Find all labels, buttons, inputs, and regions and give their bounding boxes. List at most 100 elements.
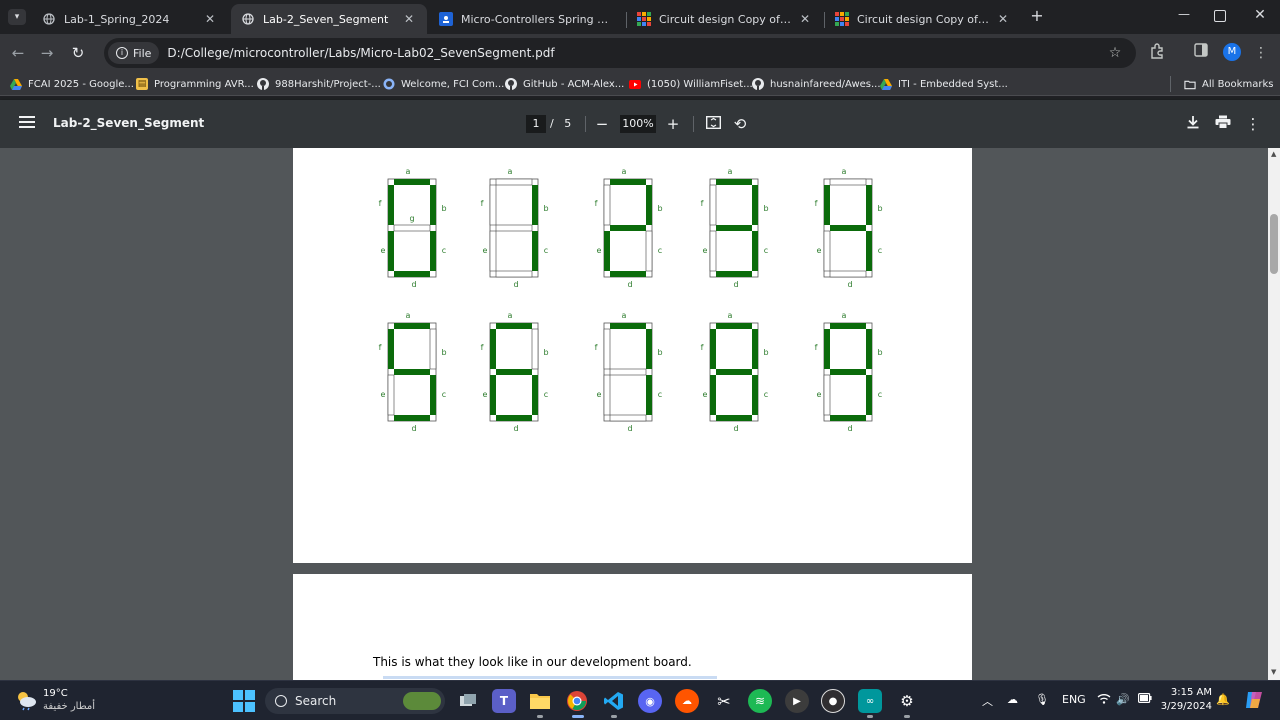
taskbar-search[interactable]: Search bbox=[265, 688, 445, 714]
tab-circuit-design-1[interactable]: Circuit design Copy of Test 7 se ✕ bbox=[627, 4, 823, 34]
media-player-icon[interactable]: ▶ bbox=[785, 689, 809, 713]
microphone-icon[interactable]: 🎙 bbox=[1035, 693, 1049, 706]
fit-page-icon[interactable] bbox=[703, 114, 723, 134]
segment-d bbox=[610, 271, 646, 277]
bookmark-star-icon[interactable]: ☆ bbox=[1105, 43, 1125, 63]
close-icon[interactable]: ✕ bbox=[401, 12, 417, 26]
side-panel-icon[interactable] bbox=[1191, 43, 1211, 63]
language-indicator[interactable]: ENG bbox=[1062, 693, 1086, 706]
minimize-icon[interactable]: — bbox=[1176, 7, 1192, 25]
bookmark-item[interactable]: husnainfareed/Awes... bbox=[752, 76, 881, 92]
arduino-icon[interactable]: ∞ bbox=[858, 689, 882, 713]
weather-icon[interactable] bbox=[14, 689, 38, 715]
bookmark-item[interactable]: Welcome, FCI Com... bbox=[383, 76, 504, 92]
bookmark-item[interactable]: (1050) WilliamFiset... bbox=[629, 76, 753, 92]
site-info-chip[interactable]: i File bbox=[108, 42, 160, 64]
app-icon[interactable]: ⚙ bbox=[895, 689, 919, 713]
zoom-in-icon[interactable]: + bbox=[663, 114, 683, 134]
segment-label: d bbox=[733, 424, 738, 433]
url-text[interactable]: D:/College/microcontroller/Labs/Micro-La… bbox=[167, 46, 554, 60]
notification-bell-icon[interactable]: 🔔 bbox=[1216, 693, 1230, 706]
zoom-level-input[interactable]: 100% bbox=[620, 115, 656, 133]
obs-icon[interactable]: ● bbox=[821, 689, 845, 713]
spotify-icon[interactable]: ≋ bbox=[748, 689, 772, 713]
segment-g bbox=[830, 225, 866, 231]
new-tab-button[interactable]: + bbox=[1028, 7, 1046, 25]
bookmark-item[interactable]: 988Harshit/Project-... bbox=[257, 76, 381, 92]
reload-icon[interactable]: ↻ bbox=[67, 42, 89, 64]
scrollbar-thumb[interactable] bbox=[1270, 214, 1278, 274]
segment-e bbox=[387, 374, 395, 416]
segment-c bbox=[752, 375, 758, 415]
segment-d bbox=[716, 415, 752, 421]
page-number-input[interactable]: 1 bbox=[526, 115, 546, 133]
tab-micro-controllers[interactable]: Micro-Controllers Spring 2024 bbox=[429, 4, 625, 34]
segment-label: a bbox=[406, 167, 411, 176]
segment-label: e bbox=[483, 246, 488, 255]
download-icon[interactable] bbox=[1183, 114, 1203, 134]
profile-avatar[interactable]: M bbox=[1223, 43, 1241, 61]
scroll-down-icon[interactable]: ▼ bbox=[1271, 668, 1276, 676]
bookmark-item[interactable]: ▤ Programming AVR... bbox=[136, 76, 254, 92]
clock-date[interactable]: 3/29/2024 bbox=[1148, 701, 1212, 712]
all-bookmarks-button[interactable]: All Bookmarks bbox=[1184, 76, 1273, 92]
file-explorer-icon[interactable] bbox=[528, 689, 552, 713]
back-arrow-icon[interactable]: ← bbox=[7, 42, 29, 64]
task-view-icon[interactable] bbox=[456, 689, 480, 713]
soundcloud-icon[interactable]: ☁ bbox=[675, 689, 699, 713]
scrollbar[interactable]: ▲ ▼ bbox=[1268, 148, 1280, 680]
rotate-icon[interactable]: ⟲ bbox=[730, 114, 750, 134]
pdf-viewer[interactable]: a f b e c d g a f b e c d a f b e c d a f b e c d a f b e c d a f b e c d a f b… bbox=[0, 148, 1268, 680]
tab-circuit-design-2[interactable]: Circuit design Copy of Display a ✕ bbox=[825, 4, 1021, 34]
segment-g bbox=[609, 368, 647, 376]
snipping-tool-icon[interactable]: ✂ bbox=[712, 689, 736, 713]
tab-search-button[interactable]: ▾ bbox=[8, 9, 26, 25]
tab-lab1[interactable]: Lab-1_Spring_2024 ✕ bbox=[32, 4, 228, 34]
chrome-icon[interactable] bbox=[565, 689, 589, 713]
clock-time[interactable]: 3:15 AM bbox=[1168, 687, 1212, 698]
zoom-out-icon[interactable]: − bbox=[592, 114, 612, 134]
menu-dots-icon[interactable]: ⋮ bbox=[1251, 43, 1271, 63]
wifi-icon[interactable] bbox=[1097, 693, 1111, 707]
close-window-icon[interactable]: ✕ bbox=[1252, 7, 1268, 25]
bookmark-item[interactable]: FCAI 2025 - Google... bbox=[10, 76, 134, 92]
bookmark-page-icon: ▤ bbox=[136, 78, 148, 90]
tab-lab2[interactable]: Lab-2_Seven_Segment ✕ bbox=[231, 4, 427, 34]
segment-c bbox=[646, 375, 652, 415]
running-indicator bbox=[867, 715, 873, 718]
search-icon bbox=[275, 695, 287, 707]
extensions-icon[interactable] bbox=[1147, 43, 1167, 63]
restore-icon[interactable] bbox=[1214, 10, 1226, 22]
scroll-up-icon[interactable]: ▲ bbox=[1271, 150, 1276, 158]
segment-b bbox=[752, 329, 758, 369]
segment-c bbox=[752, 231, 758, 271]
bookmark-item[interactable]: GitHub - ACM-Alex... bbox=[505, 76, 624, 92]
more-options-icon[interactable]: ⋮ bbox=[1243, 114, 1263, 134]
hamburger-menu-icon[interactable] bbox=[17, 114, 37, 134]
teams-icon[interactable]: T bbox=[492, 689, 516, 713]
classroom-icon bbox=[439, 12, 453, 26]
segment-g bbox=[610, 225, 646, 231]
discord-icon[interactable]: ◉ bbox=[638, 689, 662, 713]
segment-f bbox=[388, 329, 394, 369]
close-icon[interactable]: ✕ bbox=[202, 12, 218, 26]
vscode-icon[interactable] bbox=[602, 689, 626, 713]
drive-icon bbox=[880, 78, 892, 90]
bookmark-item[interactable]: ITI - Embedded Syst... bbox=[880, 76, 1008, 92]
tinkercad-icon bbox=[835, 12, 849, 26]
toolbar-divider bbox=[693, 116, 694, 132]
copilot-icon[interactable] bbox=[1244, 690, 1264, 714]
onedrive-icon[interactable]: ☁ bbox=[1007, 693, 1018, 706]
segment-label: f bbox=[701, 199, 704, 208]
forward-arrow-icon[interactable]: → bbox=[36, 42, 58, 64]
print-icon[interactable] bbox=[1213, 114, 1233, 134]
segment-label: e bbox=[817, 246, 822, 255]
show-hidden-icons-icon[interactable]: ︿ bbox=[982, 693, 993, 709]
close-icon[interactable]: ✕ bbox=[797, 12, 813, 26]
segment-label: c bbox=[764, 390, 768, 399]
windows-start-icon[interactable] bbox=[233, 690, 255, 716]
university-icon bbox=[383, 78, 395, 90]
close-icon[interactable]: ✕ bbox=[995, 12, 1011, 26]
volume-icon[interactable]: 🔊 bbox=[1116, 693, 1130, 706]
address-bar[interactable]: i File D:/College/microcontroller/Labs/M… bbox=[104, 38, 1136, 68]
